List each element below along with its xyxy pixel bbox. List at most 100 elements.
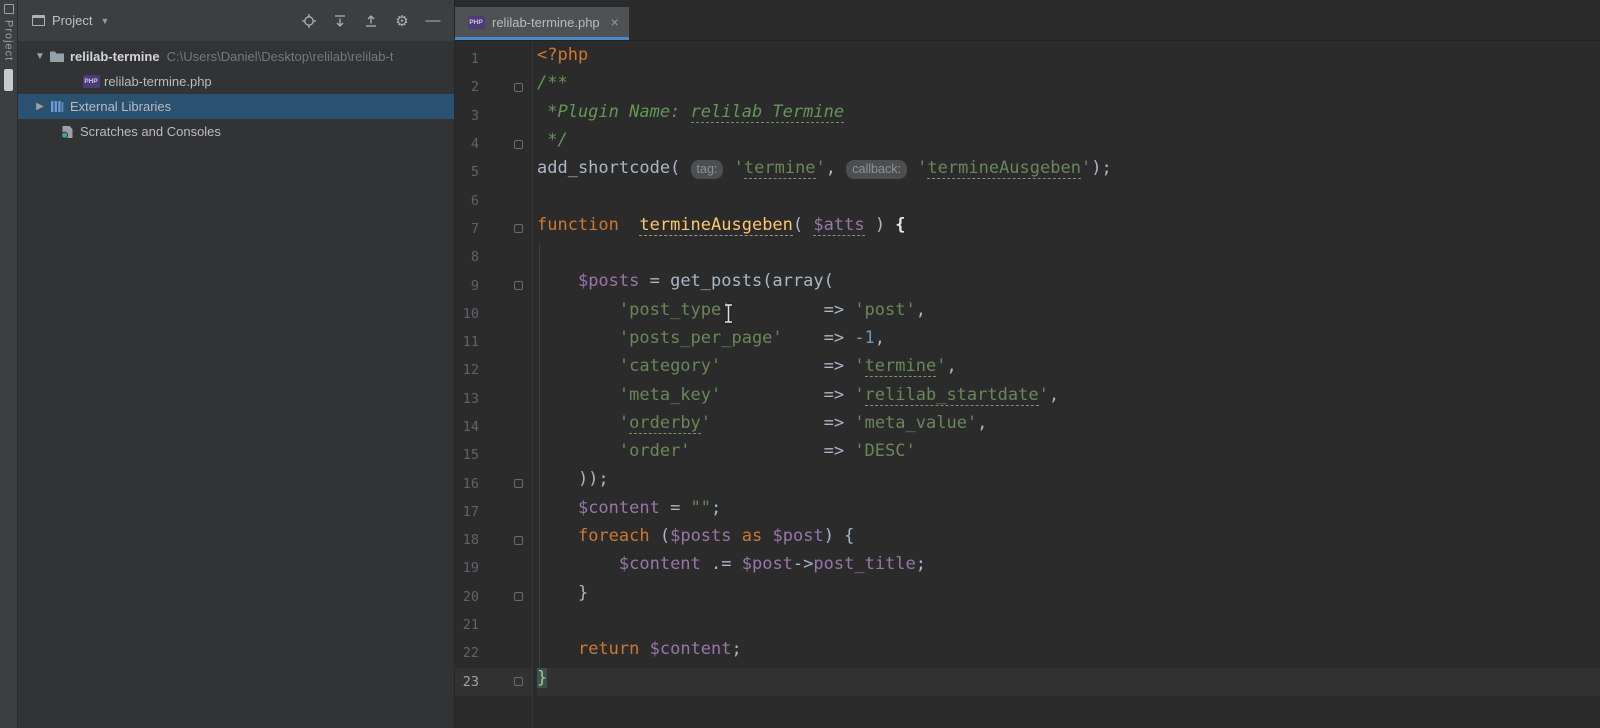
window-menu-icon[interactable]	[4, 4, 14, 14]
chevron-collapsed-icon[interactable]: ▶	[32, 101, 48, 112]
code-token[interactable]: ,	[946, 356, 956, 376]
code-line[interactable]	[537, 611, 1600, 639]
tree-row-project-root[interactable]: ▼ relilab-termine C:\Users\Daniel\Deskto…	[18, 44, 454, 69]
line-number[interactable]: 7	[455, 221, 479, 237]
fold-marker-icon[interactable]	[514, 592, 523, 601]
fold-marker-icon[interactable]	[514, 224, 523, 233]
line-number[interactable]: 1	[455, 51, 479, 67]
code-line[interactable]: 'post_type' => 'post',	[537, 300, 1600, 328]
code-token[interactable]: ->	[793, 554, 813, 574]
code-token[interactable]	[619, 215, 639, 235]
code-token[interactable]: ,	[977, 413, 987, 433]
code-token[interactable]: $posts	[670, 526, 731, 546]
code-token[interactable]: 'DESC'	[854, 441, 915, 461]
line-number-row[interactable]: 22	[455, 639, 532, 667]
line-number-row[interactable]: 6	[455, 186, 532, 214]
line-number[interactable]: 6	[455, 193, 479, 209]
code-token[interactable]: *Plugin Name:	[537, 102, 691, 122]
code-token[interactable]	[537, 300, 619, 320]
code-token[interactable]: '	[619, 413, 629, 433]
code-token[interactable]: {	[895, 215, 905, 235]
code-token[interactable]	[537, 356, 619, 376]
tree-row-php-file[interactable]: PHP relilab-termine.php	[18, 69, 454, 94]
code-token[interactable]: add_shortcode(	[537, 158, 691, 178]
fold-marker-icon[interactable]	[514, 479, 523, 488]
code-token[interactable]: termineAusgeben	[639, 215, 793, 236]
chevron-down-icon[interactable]: ▼	[100, 16, 109, 26]
code-token[interactable]: $posts	[578, 271, 639, 291]
line-number-row[interactable]: 20	[455, 583, 532, 611]
code-token[interactable]: termine	[744, 158, 816, 179]
code-token[interactable]	[907, 158, 917, 178]
line-number-row[interactable]: 15	[455, 441, 532, 469]
code-token[interactable]: $content	[578, 498, 660, 518]
line-number-row[interactable]: 14	[455, 413, 532, 441]
line-number[interactable]: 20	[455, 589, 479, 605]
code-token[interactable]: */	[537, 130, 568, 150]
code-token[interactable]: callback:	[846, 160, 907, 179]
code-token[interactable]: -1	[854, 328, 874, 348]
code-token[interactable]: }	[537, 668, 547, 688]
code-token[interactable]: $post	[742, 554, 793, 574]
code-token[interactable]: 'order'	[619, 441, 691, 461]
code-line[interactable]: /**	[537, 73, 1600, 101]
line-number-row[interactable]: 2	[455, 73, 532, 101]
project-stripe-button[interactable]: Project	[3, 20, 15, 61]
code-token[interactable]: =	[660, 498, 691, 518]
code-line[interactable]: 'category' => 'termine',	[537, 356, 1600, 384]
code-token[interactable]: /**	[537, 73, 568, 93]
code-line[interactable]: }	[537, 668, 1600, 696]
line-number-row[interactable]: 10	[455, 300, 532, 328]
code-token[interactable]	[537, 328, 619, 348]
line-number[interactable]: 11	[455, 334, 479, 350]
locate-file-icon[interactable]	[300, 12, 318, 30]
line-number[interactable]: 21	[455, 617, 479, 633]
code-token[interactable]: $content	[650, 639, 732, 659]
code-token[interactable]: '	[701, 413, 711, 433]
line-number-row[interactable]: 5	[455, 158, 532, 186]
code-token[interactable]: 'post_type'	[619, 300, 732, 320]
code-token[interactable]: '	[936, 356, 946, 376]
fold-marker-icon[interactable]	[514, 140, 523, 149]
tab-relilab-termine[interactable]: PHP relilab-termine.php ×	[455, 7, 629, 40]
code-token[interactable]: '	[734, 158, 744, 178]
line-number[interactable]: 3	[455, 108, 479, 124]
code-token[interactable]: 'category'	[619, 356, 721, 376]
line-number-row[interactable]: 4	[455, 130, 532, 158]
code-token[interactable]: }	[537, 583, 588, 603]
fold-marker-icon[interactable]	[514, 677, 523, 686]
code-token[interactable]: 'meta_key'	[619, 385, 721, 405]
line-number[interactable]: 8	[455, 249, 479, 265]
line-number-row[interactable]: 17	[455, 498, 532, 526]
line-number-row[interactable]: 8	[455, 243, 532, 271]
line-number[interactable]: 12	[455, 362, 479, 378]
line-number-row[interactable]: 12	[455, 356, 532, 384]
code-token[interactable]: '	[854, 385, 864, 405]
collapse-all-icon[interactable]	[362, 12, 380, 30]
line-number-row[interactable]: 1	[455, 45, 532, 73]
code-line[interactable]: function termineAusgeben( $atts ) {	[537, 215, 1600, 243]
line-number[interactable]: 17	[455, 504, 479, 520]
code-line[interactable]: ));	[537, 469, 1600, 497]
code-token[interactable]: =>	[691, 441, 855, 461]
code-token[interactable]: =>	[721, 356, 854, 376]
code-token[interactable]	[537, 385, 619, 405]
code-token[interactable]	[537, 498, 578, 518]
code-token[interactable]: foreach	[578, 526, 650, 546]
code-line[interactable]: $content .= $post->post_title;	[537, 554, 1600, 582]
line-number[interactable]: 23	[455, 674, 479, 690]
line-number-row[interactable]: 18	[455, 526, 532, 554]
code-token[interactable]: $content	[619, 554, 701, 574]
code-line[interactable]: return $content;	[537, 639, 1600, 667]
code-token[interactable]: (	[650, 526, 670, 546]
code-token[interactable]: ;	[732, 639, 742, 659]
code-token[interactable]: 'posts_per_page'	[619, 328, 783, 348]
code-line[interactable]: 'posts_per_page' => -1,	[537, 328, 1600, 356]
code-token[interactable]	[639, 639, 649, 659]
code-token[interactable]: (	[793, 215, 813, 235]
code-token[interactable]: <?php	[537, 45, 588, 65]
code-token[interactable]: ,	[1049, 385, 1059, 405]
code-token[interactable]	[537, 639, 578, 659]
close-tab-icon[interactable]: ×	[611, 14, 619, 30]
code-token[interactable]: ) {	[824, 526, 855, 546]
